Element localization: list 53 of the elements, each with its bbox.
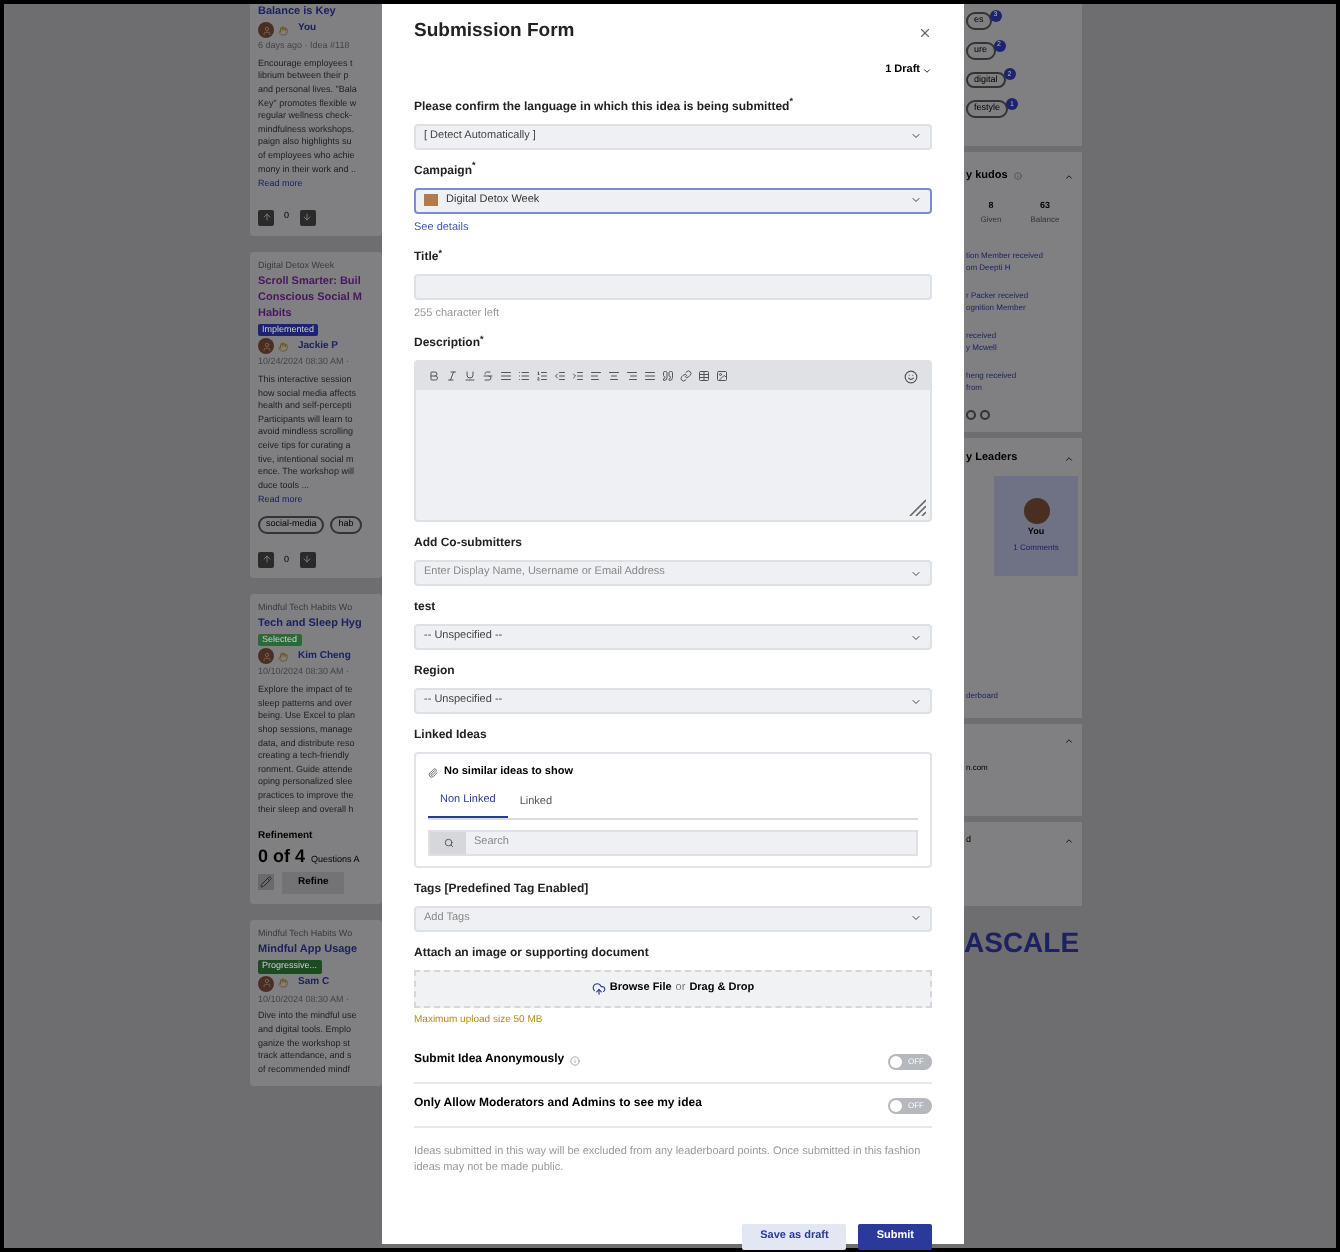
format-icon[interactable]: [590, 370, 602, 382]
avatar: [258, 648, 274, 665]
format-icon[interactable]: [662, 370, 674, 382]
format-icon[interactable]: [644, 370, 656, 382]
search-icon: [443, 837, 453, 847]
collapse-icon[interactable]: [1064, 453, 1074, 464]
refinement-count: 0 of 4: [258, 845, 306, 868]
avatar: [1023, 498, 1049, 525]
campaign-thumbnail-icon: [424, 194, 438, 206]
arrow-down-icon: [302, 554, 313, 565]
brand-logo: ASCALE: [962, 928, 1082, 957]
format-icon[interactable]: [572, 370, 584, 382]
format-icon[interactable]: [500, 370, 512, 382]
format-icon[interactable]: [536, 370, 548, 382]
collapse-icon[interactable]: [1064, 736, 1074, 747]
format-icon[interactable]: [554, 370, 566, 382]
format-icon[interactable]: [428, 370, 440, 382]
format-icon[interactable]: [482, 370, 494, 382]
collapse-icon[interactable]: [1064, 836, 1074, 847]
dropdown-caret-icon: [910, 194, 922, 206]
collapse-icon[interactable]: [1064, 171, 1074, 182]
format-icon[interactable]: [608, 370, 620, 382]
emoji-icon[interactable]: [904, 369, 918, 383]
dropdown-caret-icon: [910, 912, 922, 924]
format-icon[interactable]: [698, 370, 710, 382]
format-icon[interactable]: [446, 370, 458, 382]
format-icon[interactable]: [518, 370, 530, 382]
format-icon[interactable]: [464, 370, 476, 382]
resize-handle-icon[interactable]: [908, 498, 926, 516]
caret-icon: [922, 65, 932, 76]
arrow-down-icon: [302, 212, 313, 223]
avatar: [258, 22, 274, 38]
dropdown-caret-icon: [910, 567, 922, 579]
format-icon[interactable]: [680, 370, 692, 382]
upvote-button[interactable]: [258, 209, 274, 226]
downvote-button[interactable]: [299, 209, 316, 226]
avatar: [258, 338, 274, 355]
title-input[interactable]: [414, 273, 932, 300]
arrow-up-icon: [261, 554, 271, 565]
upload-icon: [591, 981, 606, 995]
avatar: [258, 975, 274, 992]
close-icon[interactable]: [918, 25, 932, 40]
dialog-title: Submission Form: [414, 18, 575, 46]
downvote-button[interactable]: [299, 551, 316, 568]
dropdown-caret-icon: [910, 130, 922, 142]
format-icon[interactable]: [716, 370, 728, 382]
upvote-button[interactable]: [258, 551, 274, 568]
format-icon[interactable]: [626, 370, 638, 382]
arrow-up-icon: [261, 212, 271, 223]
dropdown-caret-icon: [910, 695, 922, 707]
dropdown-caret-icon: [910, 631, 922, 643]
info-icon: [1013, 172, 1022, 181]
edit-icon[interactable]: [258, 874, 274, 891]
